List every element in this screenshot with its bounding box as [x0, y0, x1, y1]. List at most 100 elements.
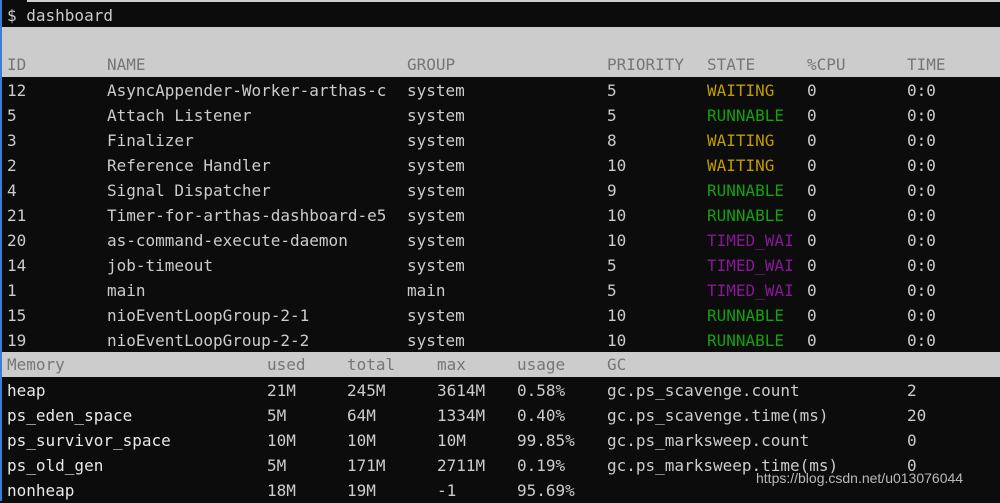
top-border: [27, 0, 1000, 2]
col-usage: usage: [517, 355, 566, 374]
thread-time: 0:0: [907, 106, 936, 125]
thread-name: Timer-for-arthas-dashboard-e5: [107, 206, 387, 225]
thread-time: 0:0: [907, 256, 936, 275]
thread-state: WAITING: [707, 131, 775, 150]
window-left-border: [0, 0, 2, 501]
watermark: https://blog.csdn.net/u013076044: [756, 470, 964, 486]
thread-time: 0:0: [907, 81, 936, 100]
thread-time: 0:0: [907, 306, 936, 325]
col-used: used: [267, 355, 306, 374]
thread-priority: 5: [607, 281, 617, 300]
memory-row: nonheap 18M 19M -1 95.69%: [0, 478, 600, 503]
thread-time: 0:0: [907, 281, 936, 300]
thread-id: 19: [7, 331, 27, 350]
thread-id: 15: [7, 306, 27, 325]
gc-metric-value: 2: [907, 381, 917, 400]
thread-row: 15 nioEventLoopGroup-2-1 system 10 RUNNABLE 0…: [0, 303, 1000, 328]
thread-row: 2 Reference Handler system 10 WAITING 0 0:0: [0, 153, 1000, 178]
thread-name: Reference Handler: [107, 156, 271, 175]
thread-row: 20 as-command-execute-daemon system 10 TIMED…: [0, 228, 1000, 253]
thread-group: system: [407, 131, 465, 150]
thread-name: as-command-execute-daemon: [107, 231, 348, 250]
thread-group: system: [407, 231, 465, 250]
thread-name: Signal Dispatcher: [107, 181, 271, 200]
thread-row: 19 nioEventLoopGroup-2-2 system 10 RUNNABLE 0…: [0, 328, 1000, 353]
thread-time: 0:0: [907, 206, 936, 225]
thread-cpu: 0: [807, 231, 817, 250]
thread-priority: 5: [607, 81, 617, 100]
thread-time: 0:0: [907, 181, 936, 200]
thread-row: 4 Signal Dispatcher system 9 RUNNABLE 0 0:0: [0, 178, 1000, 203]
thread-priority: 10: [607, 156, 627, 175]
gc-row: gc.ps_scavenge.time(ms) 20: [0, 403, 1000, 428]
thread-state: TIMED_WAI: [707, 281, 794, 300]
thread-group: system: [407, 106, 465, 125]
thread-state: RUNNABLE: [707, 106, 785, 125]
thread-cpu: 0: [807, 206, 817, 225]
gc-row: gc.ps_marksweep.count 0: [0, 428, 1000, 453]
thread-id: 12: [7, 81, 27, 100]
col-state: STATE: [707, 55, 756, 74]
thread-cpu: 0: [807, 181, 817, 200]
thread-name: Attach Listener: [107, 106, 252, 125]
thread-name: Finalizer: [107, 131, 194, 150]
thread-cpu: 0: [807, 281, 817, 300]
gc-metric-name: gc.ps_marksweep.count: [607, 431, 810, 450]
gc-row: gc.ps_scavenge.count 2: [0, 378, 1000, 403]
thread-priority: 5: [607, 256, 617, 275]
thread-row: 5 Attach Listener system 5 RUNNABLE 0 0:0: [0, 103, 1000, 128]
memory-table-header: Memory used total max usage GC: [0, 352, 1000, 377]
thread-state: WAITING: [707, 156, 775, 175]
thread-state: RUNNABLE: [707, 306, 785, 325]
col-max: max: [437, 355, 466, 374]
thread-id: 2: [7, 156, 17, 175]
memory-name: nonheap: [7, 481, 75, 500]
thread-time: 0:0: [907, 131, 936, 150]
thread-name: nioEventLoopGroup-2-2: [107, 331, 310, 350]
thread-cpu: 0: [807, 131, 817, 150]
col-cpu: %CPU: [807, 55, 846, 74]
thread-state: RUNNABLE: [707, 206, 785, 225]
thread-group: main: [407, 281, 446, 300]
thread-cpu: 0: [807, 256, 817, 275]
thread-state: WAITING: [707, 81, 775, 100]
col-id: ID: [7, 55, 27, 74]
col-time: TIME: [907, 55, 946, 74]
thread-time: 0:0: [907, 156, 936, 175]
thread-priority: 5: [607, 106, 617, 125]
thread-group: system: [407, 156, 465, 175]
thread-cpu: 0: [807, 106, 817, 125]
thread-row: 21 Timer-for-arthas-dashboard-e5 system 10 R…: [0, 203, 1000, 228]
thread-cpu: 0: [807, 81, 817, 100]
thread-row: 14 job-timeout system 5 TIMED_WAI 0 0:0: [0, 253, 1000, 278]
thread-row: 12 AsyncAppender-Worker-arthas-c system 5 WA…: [0, 78, 1000, 103]
thread-priority: 10: [607, 231, 627, 250]
thread-table-header: ID NAME GROUP PRIORITY STATE %CPU TIME: [0, 27, 1000, 77]
gc-metric-name: gc.ps_scavenge.count: [607, 381, 800, 400]
thread-group: system: [407, 331, 465, 350]
thread-priority: 10: [607, 331, 627, 350]
thread-cpu: 0: [807, 331, 817, 350]
thread-priority: 9: [607, 181, 617, 200]
thread-cpu: 0: [807, 156, 817, 175]
thread-time: 0:0: [907, 331, 936, 350]
thread-id: 20: [7, 231, 27, 250]
thread-name: nioEventLoopGroup-2-1: [107, 306, 310, 325]
thread-group: system: [407, 81, 465, 100]
thread-time: 0:0: [907, 231, 936, 250]
thread-id: 3: [7, 131, 17, 150]
thread-group: system: [407, 206, 465, 225]
thread-id: 5: [7, 106, 17, 125]
thread-cpu: 0: [807, 306, 817, 325]
thread-name: AsyncAppender-Worker-arthas-c: [107, 81, 387, 100]
thread-state: TIMED_WAI: [707, 231, 794, 250]
col-group: GROUP: [407, 55, 456, 74]
thread-priority: 10: [607, 306, 627, 325]
thread-group: system: [407, 181, 465, 200]
memory-used: 18M: [267, 481, 296, 500]
col-total: total: [347, 355, 396, 374]
thread-state: TIMED_WAI: [707, 256, 794, 275]
thread-row: 3 Finalizer system 8 WAITING 0 0:0: [0, 128, 1000, 153]
memory-max: -1: [437, 481, 457, 500]
memory-total: 19M: [347, 481, 376, 500]
